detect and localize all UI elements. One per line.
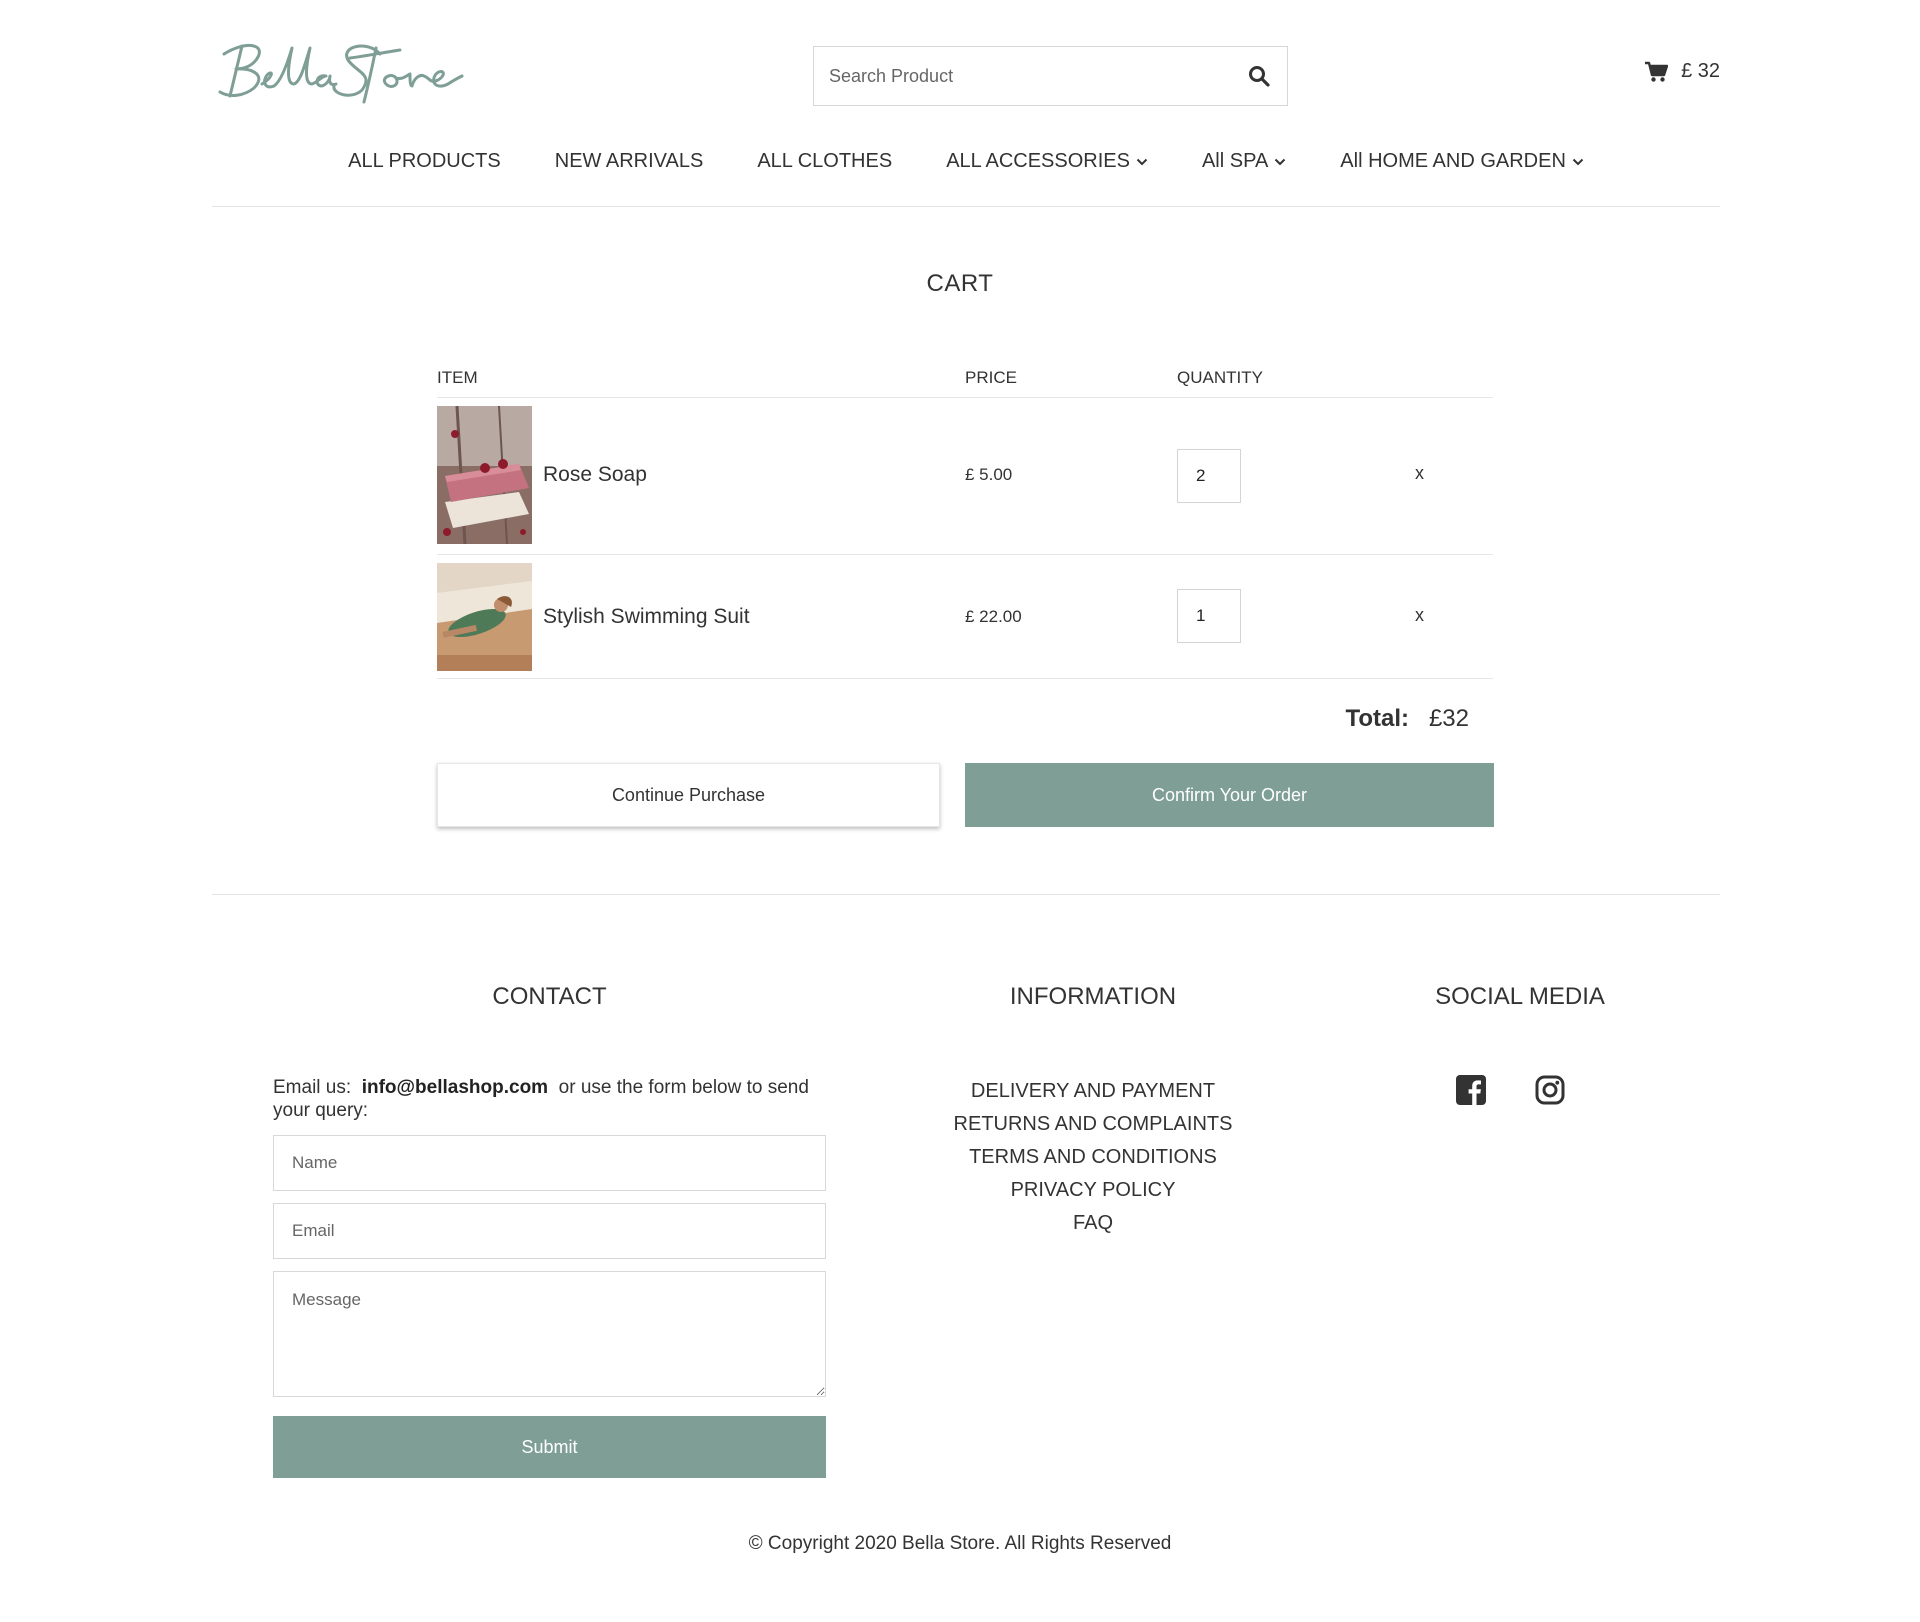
cart-title: CART — [926, 270, 994, 297]
remove-item-button[interactable]: x — [1415, 605, 1424, 626]
bella-store-logo — [218, 43, 464, 104]
name-field[interactable] — [273, 1135, 826, 1191]
link-faq[interactable]: FAQ — [893, 1207, 1293, 1240]
cart-row: Stylish Swimming Suit £ 22.00 x — [437, 555, 1493, 679]
main-nav: ALL PRODUCTS NEW ARRIVALS ALL CLOTHES AL… — [212, 150, 1720, 173]
submit-button[interactable]: Submit — [273, 1416, 826, 1478]
search-input[interactable] — [814, 47, 1287, 105]
contact-form: Email us: info@bellashop.com or use the … — [273, 1076, 826, 1478]
product-price: £ 22.00 — [965, 607, 1022, 626]
confirm-order-button[interactable]: Confirm Your Order — [965, 763, 1494, 827]
link-delivery-and-payment[interactable]: DELIVERY AND PAYMENT — [893, 1075, 1293, 1108]
contact-email-link[interactable]: info@bellashop.com — [362, 1077, 548, 1098]
contact-text: Email us: info@bellashop.com or use the … — [273, 1077, 809, 1121]
message-field[interactable] — [273, 1271, 826, 1397]
nav-item-all-products[interactable]: ALL PRODUCTS — [348, 150, 501, 173]
column-header-price: PRICE — [965, 368, 1017, 387]
product-name[interactable]: Stylish Swimming Suit — [543, 605, 750, 629]
cart-icon — [1645, 61, 1669, 82]
facebook-icon[interactable] — [1455, 1074, 1487, 1106]
instagram-icon[interactable] — [1534, 1074, 1566, 1106]
product-name[interactable]: Rose Soap — [543, 463, 647, 487]
chevron-down-icon — [1136, 158, 1148, 165]
site-header: £ 32 ALL PRODUCTS NEW ARRIVALS ALL CLOTH… — [212, 0, 1720, 207]
nav-item-all-spa[interactable]: All SPA — [1202, 150, 1286, 173]
total-label: Total: — [1345, 705, 1409, 732]
total-value: £32 — [1428, 705, 1469, 732]
link-terms-and-conditions[interactable]: TERMS AND CONDITIONS — [893, 1141, 1293, 1174]
information-title: INFORMATION — [1009, 983, 1177, 1010]
logo-link[interactable] — [216, 38, 466, 108]
quantity-input[interactable] — [1177, 589, 1241, 643]
product-image-swimming-suit — [437, 563, 532, 671]
footer-divider — [212, 894, 1720, 895]
chevron-down-icon — [1275, 158, 1286, 165]
column-header-item: ITEM — [437, 368, 478, 387]
copyright: © Copyright 2020 Bella Store. All Rights… — [748, 1533, 1172, 1554]
cart-row: Rose Soap £ 5.00 x — [437, 398, 1493, 555]
link-privacy-policy[interactable]: PRIVACY POLICY — [893, 1174, 1293, 1207]
header-cart[interactable]: £ 32 — [1644, 60, 1720, 83]
nav-item-all-accessories[interactable]: ALL ACCESSORIES — [946, 150, 1148, 173]
cart-table-header: ITEM PRICE QUANTITY — [437, 360, 1493, 398]
remove-item-button[interactable]: x — [1415, 463, 1424, 484]
chevron-down-icon — [1572, 158, 1584, 165]
contact-title: CONTACT — [492, 983, 607, 1010]
email-field[interactable] — [273, 1203, 826, 1259]
nav-item-all-clothes[interactable]: ALL CLOTHES — [757, 150, 892, 173]
nav-item-new-arrivals[interactable]: NEW ARRIVALS — [555, 150, 704, 173]
quantity-input[interactable] — [1177, 449, 1241, 503]
cart-total: Total: £32 — [437, 679, 1493, 761]
search-icon[interactable] — [1247, 64, 1271, 88]
continue-purchase-button[interactable]: Continue Purchase — [437, 763, 940, 827]
product-price: £ 5.00 — [965, 465, 1013, 484]
social-media-title: SOCIAL MEDIA — [1435, 983, 1605, 1010]
link-returns-and-complaints[interactable]: RETURNS AND COMPLAINTS — [893, 1108, 1293, 1141]
header-cart-total: £ 32 — [1681, 60, 1720, 82]
nav-item-all-home-and-garden[interactable]: All HOME AND GARDEN — [1340, 150, 1584, 173]
information-links: DELIVERY AND PAYMENT RETURNS AND COMPLAI… — [893, 1075, 1293, 1240]
search-box — [813, 46, 1288, 106]
product-image-rose-soap — [437, 406, 532, 544]
cart-table: ITEM PRICE QUANTITY Rose Soap £ 5.00 x — [437, 360, 1494, 827]
column-header-quantity: QUANTITY — [1177, 368, 1263, 387]
